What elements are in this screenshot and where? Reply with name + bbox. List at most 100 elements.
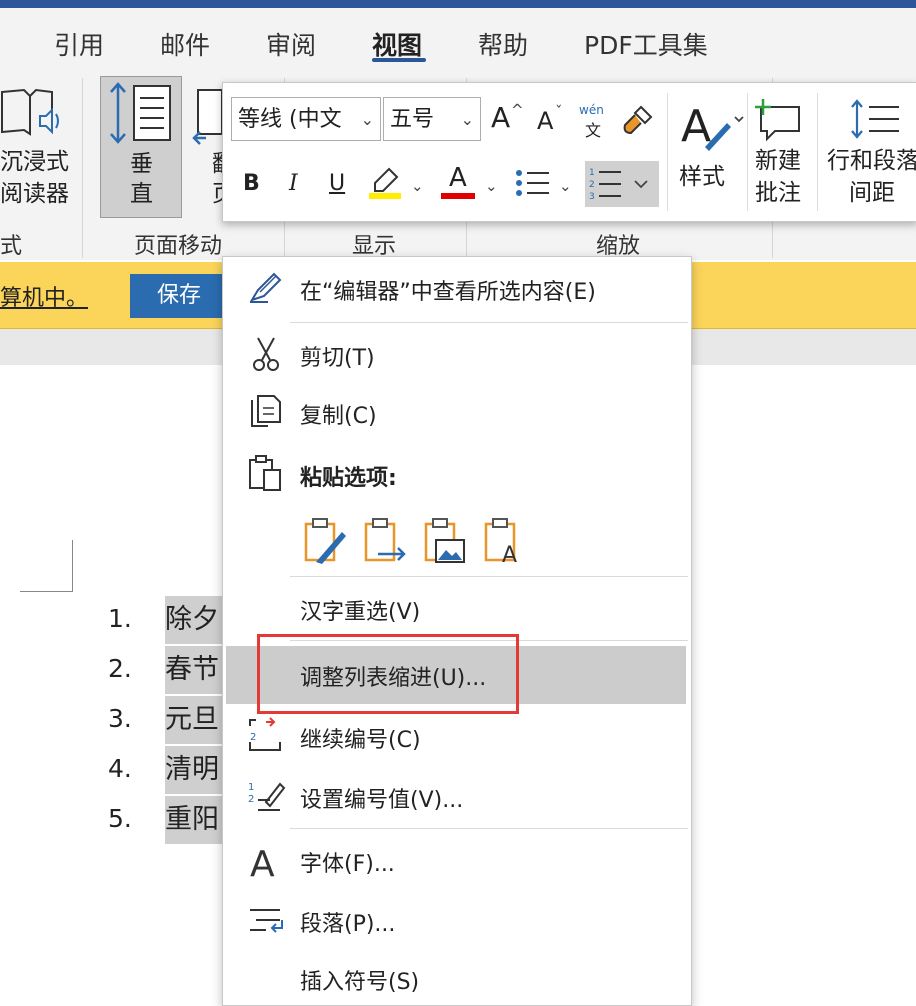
tab-view[interactable]: 视图	[372, 26, 422, 62]
menu-item-insert-symbol[interactable]: 插入符号(S)	[222, 952, 690, 1006]
list-item[interactable]: 春节	[165, 646, 227, 694]
format-painter-icon[interactable]	[619, 103, 655, 139]
svg-text:2: 2	[250, 732, 256, 743]
chevron-down-icon: ⌄	[360, 110, 374, 129]
title-bar-strip	[0, 0, 916, 8]
svg-text:A: A	[250, 844, 275, 880]
info-message-text[interactable]: 算机中。	[0, 280, 88, 312]
menu-item-label: 剪切(T)	[300, 346, 375, 371]
caret-down-icon: ˇ	[555, 103, 563, 121]
vertical-scroll-icon	[106, 80, 176, 146]
list-number: 5.	[108, 804, 132, 833]
shrink-font-button[interactable]: A	[537, 107, 553, 135]
list-item[interactable]: 除夕	[165, 596, 227, 644]
save-button[interactable]: 保存	[130, 274, 228, 318]
new-comment-icon[interactable]	[755, 97, 805, 143]
chevron-down-icon[interactable]: ⌄	[411, 177, 424, 195]
font-name-value: 等线 (中文	[238, 107, 342, 132]
immersive-reader-icon	[0, 84, 62, 140]
vertical-label-1: 垂	[130, 151, 153, 177]
new-comment-label-2[interactable]: 批注	[755, 177, 801, 210]
bullets-icon[interactable]	[513, 165, 553, 201]
menu-item-paragraph[interactable]: 段落(P)...	[222, 894, 690, 948]
menu-item-label: 继续编号(C)	[300, 728, 421, 753]
menu-item-view-in-editor[interactable]: 在“编辑器”中查看所选内容(E)	[222, 262, 690, 316]
new-comment-label-1[interactable]: 新建	[755, 145, 801, 178]
side-to-side-icon	[192, 86, 223, 146]
editor-pen-icon	[246, 268, 286, 308]
tab-pdf-tools[interactable]: PDF工具集	[584, 26, 708, 62]
line-spacing-label-2[interactable]: 间距	[849, 177, 895, 210]
font-icon: A	[246, 840, 286, 885]
menu-separator	[290, 576, 688, 577]
phonetic-guide-button[interactable]: 文	[585, 117, 601, 141]
menu-item-label: 粘贴选项:	[300, 466, 397, 491]
menu-item-label: 设置编号值(V)...	[300, 788, 464, 813]
menu-item-cut[interactable]: 剪切(T)	[222, 328, 690, 382]
caret-up-icon: ^	[511, 101, 524, 119]
floating-mini-toolbar: 等线 (中文 ⌄ 五号 ⌄ A ^ A ˇ wén 文 B I U ⌄ A ⌄ …	[222, 82, 916, 222]
menu-separator	[290, 322, 688, 323]
immersive-reader-label-2[interactable]: 阅读器	[0, 178, 69, 210]
styles-label[interactable]: 样式	[679, 161, 725, 194]
line-spacing-label-1[interactable]: 行和段落	[827, 145, 916, 178]
svg-text:2: 2	[589, 180, 595, 190]
chevron-down-icon: ⌄	[460, 110, 474, 129]
styles-icon[interactable]: A	[679, 97, 745, 153]
menu-item-label: 汉字重选(V)	[300, 600, 421, 625]
toolbar-separator	[667, 93, 668, 211]
numbering-button[interactable]: 1 2 3	[585, 161, 659, 207]
set-numbering-value-icon: 1 2	[246, 776, 286, 816]
menu-item-label: 插入符号(S)	[300, 970, 420, 995]
chevron-down-icon[interactable]: ⌄	[559, 177, 572, 195]
svg-text:2: 2	[248, 794, 254, 805]
list-number: 1.	[108, 604, 132, 633]
underline-button[interactable]: U	[329, 171, 345, 196]
tab-mailings[interactable]: 邮件	[160, 26, 210, 62]
menu-item-copy[interactable]: 复制(C)	[222, 386, 690, 440]
menu-item-continue-numbering[interactable]: 2 继续编号(C)	[222, 710, 690, 764]
font-size-value: 五号	[390, 107, 435, 132]
list-item[interactable]: 重阳	[165, 796, 227, 844]
scissors-icon	[246, 334, 286, 374]
grow-font-button[interactable]: A	[491, 101, 510, 134]
toolbar-separator	[817, 93, 818, 211]
ribbon-tab-bar: 引用 邮件 审阅 视图 帮助 PDF工具集	[0, 8, 916, 70]
menu-item-label: 字体(F)...	[300, 852, 395, 877]
line-spacing-icon[interactable]	[849, 97, 909, 141]
list-number: 2.	[108, 654, 132, 683]
font-size-combo[interactable]: 五号 ⌄	[383, 97, 481, 141]
menu-item-set-numbering-value[interactable]: 1 2 设置编号值(V)...	[222, 770, 690, 824]
svg-text:1: 1	[589, 168, 595, 178]
menu-item-paste-options: 粘贴选项:	[222, 448, 690, 502]
svg-text:3: 3	[589, 192, 595, 202]
highlight-pen-icon[interactable]	[367, 165, 403, 201]
list-number: 3.	[108, 704, 132, 733]
font-name-combo[interactable]: 等线 (中文 ⌄	[231, 97, 381, 141]
immersive-reader-label[interactable]: 沉浸式	[0, 146, 69, 178]
tab-references[interactable]: 引用	[54, 26, 104, 62]
list-item[interactable]: 清明	[165, 746, 227, 794]
paragraph-icon	[246, 900, 286, 940]
paste-text-only-icon[interactable]: A	[482, 516, 528, 568]
annotation-highlight-box	[257, 634, 519, 714]
svg-text:1: 1	[248, 782, 254, 793]
list-item[interactable]: 元旦	[165, 696, 227, 744]
group-label-page-movement: 页面移动	[134, 234, 223, 259]
paste-picture-icon[interactable]	[422, 516, 468, 566]
chevron-down-icon[interactable]: ⌄	[485, 177, 498, 195]
paste-keep-source-formatting-icon[interactable]	[302, 516, 348, 566]
continue-numbering-icon: 2	[246, 716, 286, 756]
menu-item-font[interactable]: A 字体(F)...	[222, 834, 690, 888]
tab-review[interactable]: 审阅	[266, 26, 316, 62]
font-color-button[interactable]: A	[449, 163, 467, 193]
margin-corner-mark	[20, 591, 73, 592]
italic-button[interactable]: I	[289, 171, 298, 196]
paste-merge-formatting-icon[interactable]	[362, 516, 408, 566]
menu-item-label: 复制(C)	[300, 404, 377, 429]
bold-button[interactable]: B	[243, 171, 260, 196]
tab-help[interactable]: 帮助	[478, 26, 528, 62]
phonetic-guide-top[interactable]: wén	[579, 103, 604, 117]
margin-corner-mark	[72, 540, 73, 592]
menu-item-reconvert[interactable]: 汉字重选(V)	[222, 582, 690, 636]
